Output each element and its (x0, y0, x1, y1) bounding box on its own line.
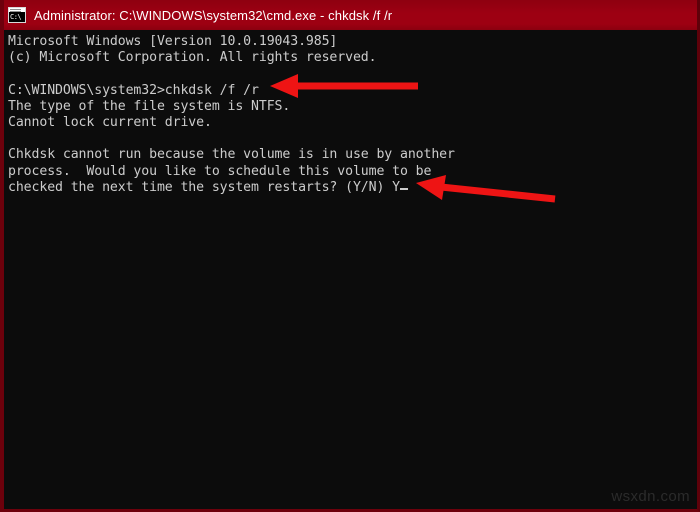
watermark: wsxdn.com (611, 488, 690, 505)
console-line: Cannot lock current drive. (8, 114, 212, 130)
console-line: Microsoft Windows [Version 10.0.19043.98… (8, 34, 338, 49)
console-line-command: C:\WINDOWS\system32>chkdsk /f /r (8, 82, 259, 98)
console-line: process. Would you like to schedule this… (8, 163, 432, 179)
text-cursor (399, 187, 408, 190)
console-line: (c) Microsoft Corporation. All rights re… (8, 50, 377, 66)
cmd-console-icon: C:\ (8, 7, 26, 23)
window-titlebar[interactable]: C:\ Administrator: C:\WINDOWS\system32\c… (4, 0, 697, 30)
console-line-text: checked the next time the system restart… (8, 179, 400, 195)
console-output-area[interactable]: Microsoft Windows [Version 10.0.19043.98… (4, 30, 697, 509)
console-line: Chkdsk cannot run because the volume is … (8, 147, 455, 163)
cmd-window: C:\ Administrator: C:\WINDOWS\system32\c… (0, 0, 700, 512)
icon-screen-glyph: C:\ (9, 12, 25, 22)
console-line-prompt-response: checked the next time the system restart… (8, 180, 697, 196)
window-title: Administrator: C:\WINDOWS\system32\cmd.e… (34, 7, 393, 23)
console-line: The type of the file system is NTFS. (8, 98, 291, 114)
